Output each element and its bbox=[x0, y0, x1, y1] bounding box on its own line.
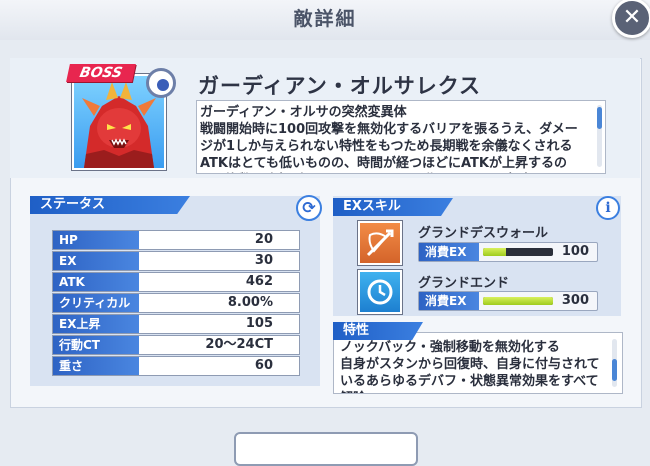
stat-row-atk: ATK 462 bbox=[52, 272, 300, 292]
stat-label: EX上昇 bbox=[53, 315, 139, 333]
stat-value: 105 bbox=[245, 316, 273, 331]
ex-skill-tab: EXスキル bbox=[333, 198, 453, 216]
cost-label: 消費EX bbox=[419, 243, 479, 261]
trait-scroll-thumb[interactable] bbox=[612, 359, 617, 381]
close-button[interactable]: ✕ bbox=[612, 0, 650, 38]
stat-row-action-ct: 行動CT 20〜24CT bbox=[52, 335, 300, 355]
enemy-name: ガーディアン・オルサレクス bbox=[198, 74, 482, 98]
description-scroll-thumb[interactable] bbox=[597, 107, 602, 129]
skill-cost-box: 消費EX 100 bbox=[418, 242, 598, 262]
skill-name: グランドデスウォール bbox=[418, 226, 549, 241]
cost-value: 100 bbox=[561, 244, 589, 259]
description-scrollbar[interactable] bbox=[597, 105, 602, 167]
header-bar: 敵詳細 bbox=[0, 0, 650, 40]
stat-row-ex-rise: EX上昇 105 bbox=[52, 314, 300, 334]
cost-bar bbox=[483, 248, 553, 256]
clock-icon[interactable] bbox=[358, 270, 402, 314]
trait-text: ノックバック・強制移動を無効化する 自身がスタンから回復時、自身に付与されている… bbox=[340, 340, 600, 393]
boss-badge: BOSS bbox=[66, 64, 136, 82]
enemy-portrait: BOSS bbox=[66, 64, 176, 174]
trait-scrollbar[interactable] bbox=[612, 339, 617, 387]
stat-label: HP bbox=[53, 231, 139, 249]
info-icon[interactable]: i bbox=[596, 196, 620, 220]
stat-row-weight: 重さ 60 bbox=[52, 356, 300, 376]
skill-cost-box: 消費EX 300 bbox=[418, 291, 598, 311]
stat-label: クリティカル bbox=[53, 294, 139, 312]
stat-label: 重さ bbox=[53, 357, 139, 375]
status-tab: ステータス bbox=[30, 196, 190, 214]
trait-box[interactable]: ノックバック・強制移動を無効化する 自身がスタンから回復時、自身に付与されている… bbox=[333, 332, 623, 394]
stat-value: 462 bbox=[245, 274, 273, 289]
stat-value: 20〜24CT bbox=[205, 337, 273, 352]
sword-shield-icon[interactable] bbox=[358, 221, 402, 265]
bottom-button[interactable] bbox=[234, 432, 418, 466]
stat-value: 30 bbox=[254, 253, 273, 268]
trait-tab: 特性 bbox=[333, 322, 423, 340]
cost-bar-fill bbox=[483, 297, 553, 305]
cost-label: 消費EX bbox=[419, 292, 479, 310]
cost-bar-fill bbox=[483, 248, 507, 256]
element-gear-icon bbox=[146, 68, 176, 98]
stat-row-hp: HP 20 bbox=[52, 230, 300, 250]
stat-label: 行動CT bbox=[53, 336, 139, 354]
skill-name: グランドエンド bbox=[418, 276, 510, 291]
stat-row-ex: EX 30 bbox=[52, 251, 300, 271]
cost-bar bbox=[483, 297, 553, 305]
cost-value: 300 bbox=[561, 293, 589, 308]
refresh-icon[interactable]: ⟳ bbox=[296, 195, 322, 221]
stat-row-critical: クリティカル 8.00% bbox=[52, 293, 300, 313]
page-title: 敵詳細 bbox=[293, 8, 357, 30]
stat-value: 20 bbox=[254, 232, 273, 247]
stat-label: ATK bbox=[53, 273, 139, 291]
stat-label: EX bbox=[53, 252, 139, 270]
stat-value: 8.00% bbox=[227, 295, 273, 310]
enemy-description: ガーディアン・オルサの突然変異体 戦闘開始時に100回攻撃を無効化するバリアを張… bbox=[200, 105, 578, 171]
enemy-description-box[interactable]: ガーディアン・オルサの突然変異体 戦闘開始時に100回攻撃を無効化するバリアを張… bbox=[196, 100, 606, 174]
stat-value: 60 bbox=[254, 358, 273, 373]
